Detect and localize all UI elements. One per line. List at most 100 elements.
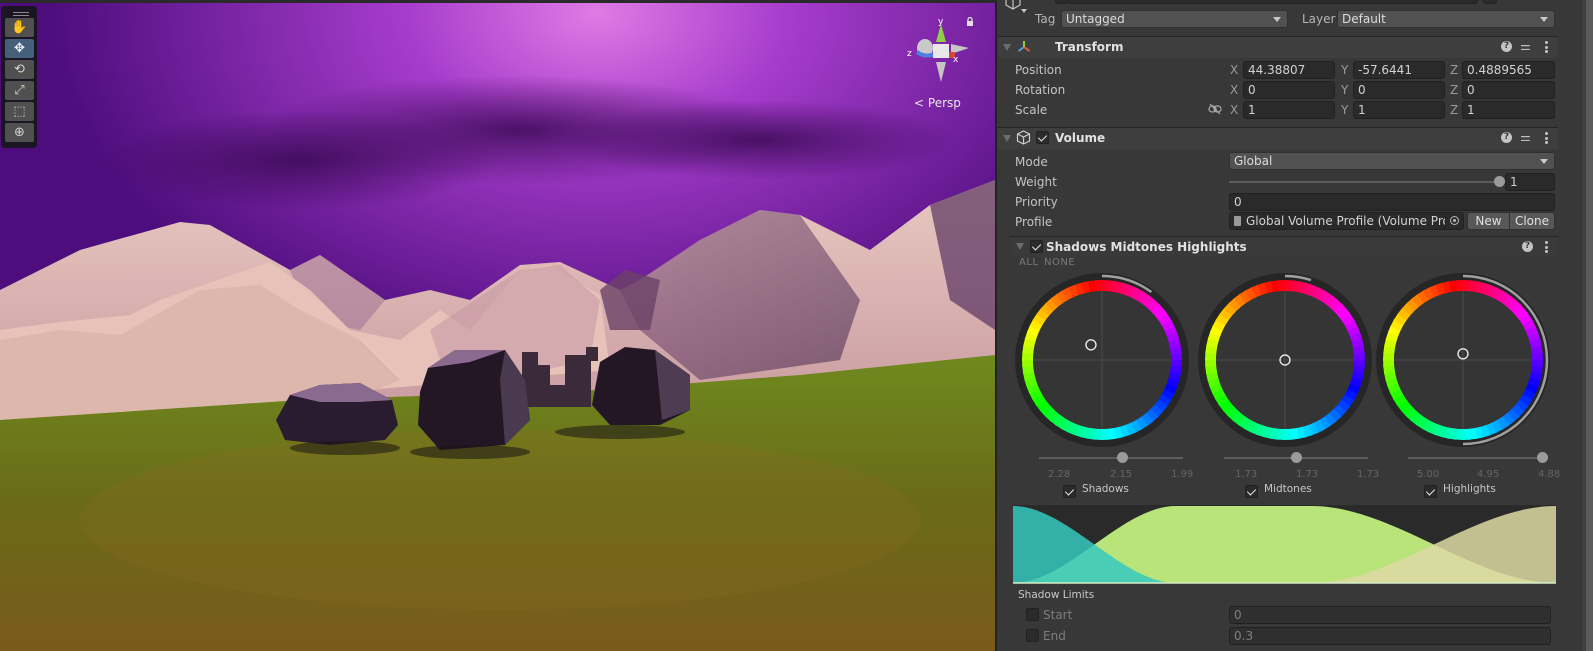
- clone-profile-button[interactable]: Clone: [1509, 212, 1555, 230]
- neg-y-axis-cone[interactable]: [936, 62, 946, 82]
- priority-field[interactable]: 0: [1229, 193, 1555, 211]
- transform-tool-button[interactable]: ⊕: [5, 123, 34, 142]
- scale-z-field[interactable]: 1: [1462, 101, 1555, 119]
- help-icon[interactable]: ?: [1501, 132, 1512, 143]
- scale-y-label: Y: [1341, 103, 1349, 117]
- constrain-proportions-icon[interactable]: [1208, 103, 1222, 115]
- hand-tool-button[interactable]: ✋: [5, 18, 34, 37]
- presets-icon[interactable]: ⚌: [1520, 130, 1531, 144]
- scale-label: Scale: [1015, 103, 1048, 117]
- weight-label: Weight: [1015, 175, 1057, 189]
- object-picker-button[interactable]: [1445, 213, 1463, 229]
- position-z-field[interactable]: 0.4889565: [1462, 61, 1555, 79]
- mode-dropdown[interactable]: Global: [1229, 152, 1555, 170]
- midtones-tick-r: 1.73: [1235, 469, 1258, 480]
- rect-transform-icon: ⬚: [13, 104, 26, 119]
- profile-object-field[interactable]: Global Volume Profile (Volume Profil: [1229, 212, 1464, 230]
- scroll-track: [1558, 0, 1582, 651]
- scene-render[interactable]: [0, 0, 995, 651]
- smh-foldout-arrow[interactable]: [1016, 243, 1024, 250]
- none-toggle-link[interactable]: NONE: [1044, 257, 1075, 269]
- tag-dropdown[interactable]: Untagged: [1061, 10, 1288, 28]
- midtones-checkbox[interactable]: [1245, 485, 1258, 498]
- profile-value: Global Volume Profile (Volume Profil: [1246, 214, 1461, 228]
- volume-enabled-checkbox[interactable]: [1036, 131, 1049, 144]
- highlights-checkbox[interactable]: [1424, 485, 1437, 498]
- volume-foldout-arrow[interactable]: [1003, 135, 1011, 142]
- rotation-x-label: X: [1230, 83, 1239, 97]
- position-z-label: Z: [1450, 63, 1459, 77]
- new-profile-button[interactable]: New: [1467, 212, 1510, 230]
- help-icon[interactable]: ?: [1501, 41, 1512, 52]
- weight-slider-track[interactable]: [1229, 181, 1499, 183]
- start-override-checkbox[interactable]: [1026, 608, 1039, 621]
- rotation-y-field[interactable]: 0: [1353, 81, 1445, 99]
- camera-projection-toggle[interactable]: < Persp: [914, 96, 961, 110]
- presets-icon[interactable]: ⚌: [1520, 39, 1531, 53]
- hand-icon: ✋: [11, 20, 28, 35]
- static-toggle[interactable]: [1483, 0, 1497, 4]
- scene-topbar: [0, 0, 995, 3]
- rotation-z-field[interactable]: 0: [1462, 81, 1555, 99]
- scale-x-field[interactable]: 1: [1243, 101, 1335, 119]
- position-y-field[interactable]: -57.6441: [1353, 61, 1445, 79]
- weight-slider-knob[interactable]: [1493, 176, 1505, 187]
- move-tool-button[interactable]: ✥: [5, 39, 34, 58]
- shadows-checkbox[interactable]: [1063, 485, 1076, 498]
- tool-palette[interactable]: ✋ ✥ ⟲ ⤢ ⬚ ⊕: [1, 6, 37, 148]
- rect-tool-button[interactable]: ⬚: [5, 102, 34, 121]
- transform-title: Transform: [1055, 40, 1124, 54]
- start-field[interactable]: 0: [1229, 606, 1551, 624]
- midtones-color-wheel[interactable]: [1195, 270, 1375, 450]
- weight-field[interactable]: 1: [1505, 173, 1555, 191]
- shadows-slider-track[interactable]: [1039, 457, 1183, 459]
- help-icon[interactable]: ?: [1522, 241, 1533, 252]
- chevron-down-icon: [1273, 17, 1281, 22]
- shadows-slider-knob[interactable]: [1117, 452, 1129, 463]
- position-x-field[interactable]: 44.38807: [1243, 61, 1335, 79]
- rotation-x-field[interactable]: 0: [1243, 81, 1335, 99]
- kebab-menu-icon[interactable]: [1545, 132, 1548, 144]
- highlights-slider-track[interactable]: [1408, 457, 1542, 459]
- highlights-slider-knob[interactable]: [1536, 452, 1548, 463]
- lock-icon[interactable]: [966, 17, 974, 26]
- transform-foldout-arrow[interactable]: [1003, 44, 1011, 51]
- scale-y-field[interactable]: 1: [1353, 101, 1445, 119]
- mode-label: Mode: [1015, 155, 1048, 169]
- volume-title: Volume: [1055, 131, 1106, 145]
- scale-tool-button[interactable]: ⤢: [5, 81, 34, 100]
- highlights-color-wheel[interactable]: [1373, 270, 1553, 450]
- panel-divider[interactable]: [995, 0, 997, 651]
- highlights-tick-g: 4.95: [1477, 469, 1500, 480]
- scene-view[interactable]: ✋ ✥ ⟲ ⤢ ⬚ ⊕ y z x < Persp: [0, 0, 995, 651]
- gizmo-center-cube[interactable]: [933, 44, 949, 58]
- kebab-menu-icon[interactable]: [1545, 41, 1548, 53]
- gizmo-y-label: y: [938, 17, 944, 27]
- move-arrows-icon: ✥: [14, 41, 25, 56]
- mode-value: Global: [1234, 154, 1273, 168]
- layer-dropdown[interactable]: Default: [1337, 10, 1555, 28]
- shadows-tick-r: 2.28: [1048, 469, 1071, 480]
- hue-segment: [1095, 280, 1104, 292]
- scale-z-label: Z: [1450, 103, 1459, 117]
- midtones-slider-knob[interactable]: [1290, 452, 1302, 463]
- gizmo-x-label: x: [953, 55, 959, 65]
- chevron-down-icon: [1540, 17, 1548, 22]
- shadows-color-wheel[interactable]: [1012, 270, 1192, 450]
- end-field[interactable]: 0.3: [1229, 627, 1551, 645]
- gameobject-icon[interactable]: [1003, 0, 1027, 14]
- smh-enabled-checkbox[interactable]: [1030, 240, 1043, 253]
- palette-grip-handle[interactable]: [4, 9, 34, 18]
- all-toggle-link[interactable]: ALL: [1019, 257, 1038, 269]
- active-toggle[interactable]: [1055, 0, 1069, 4]
- kebab-menu-icon[interactable]: [1545, 241, 1548, 253]
- volume-cube-icon: [1016, 130, 1031, 145]
- end-override-checkbox[interactable]: [1026, 629, 1039, 642]
- scrollbar-thumb[interactable]: [1586, 0, 1593, 651]
- gizmo-z-label: z: [907, 49, 912, 59]
- rotate-tool-button[interactable]: ⟲: [5, 60, 34, 79]
- shadows-tick-g: 2.15: [1110, 469, 1133, 480]
- shadow-limits-label: Shadow Limits: [1018, 589, 1095, 601]
- gameobject-name-field[interactable]: [1068, 0, 1478, 4]
- hue-segment: [1456, 280, 1465, 292]
